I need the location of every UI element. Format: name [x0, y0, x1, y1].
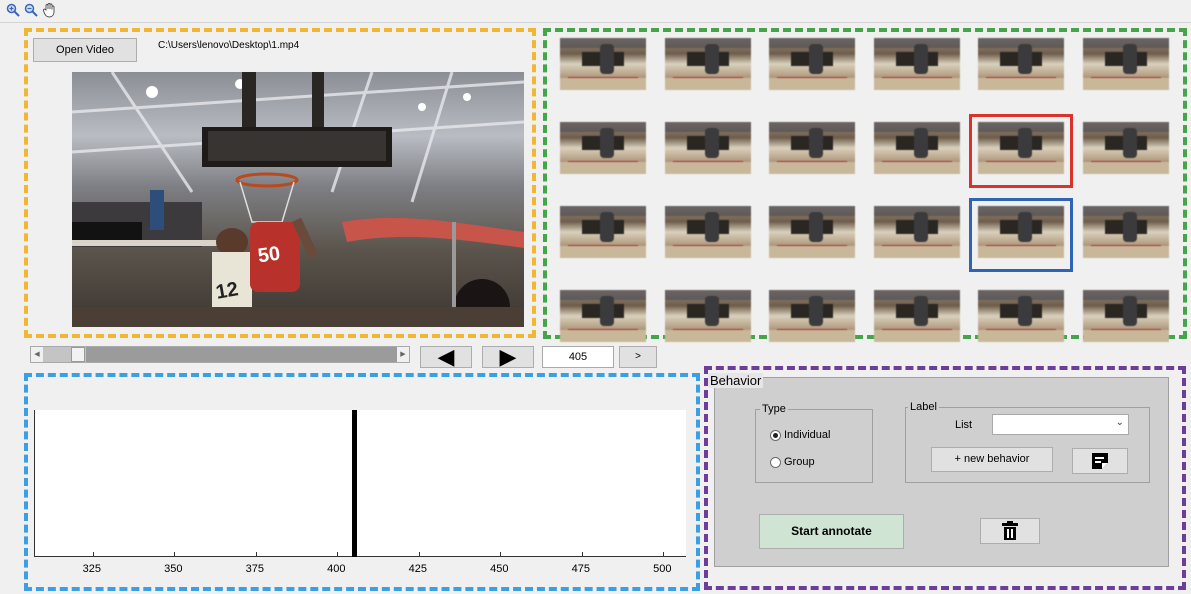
x-tick-label: 400	[327, 563, 346, 575]
frame-slider[interactable]: ◀ ▶	[30, 346, 410, 363]
slider-fill	[86, 347, 397, 362]
video-thumbnail[interactable]	[560, 122, 646, 174]
x-tick-mark	[174, 552, 176, 557]
video-thumbnail[interactable]	[560, 290, 646, 342]
x-tick-label: 475	[571, 563, 591, 575]
timeline-plot-area	[34, 410, 686, 557]
current-frame-marker	[352, 410, 358, 557]
radio-individual-label: Individual	[784, 429, 831, 441]
radio-group[interactable]	[770, 457, 781, 468]
frame-number-input[interactable]: 405	[542, 346, 614, 368]
slider-right-arrow[interactable]: ▶	[397, 347, 409, 362]
player-number-right: 50	[256, 242, 282, 268]
video-thumbnail[interactable]	[560, 206, 646, 258]
next-arrow-icon: ▶	[499, 344, 517, 369]
x-tick-mark	[581, 552, 583, 557]
prev-arrow-icon: ◀	[437, 344, 455, 369]
open-video-button[interactable]: Open Video	[33, 38, 137, 62]
pan-hand-icon[interactable]	[42, 2, 57, 22]
figure-toolbar	[6, 2, 106, 20]
x-tick-label: 500	[653, 563, 672, 575]
radio-group-label: Group	[784, 456, 815, 468]
label-groupbox-title: Label	[908, 401, 939, 413]
x-tick-label: 350	[164, 563, 183, 575]
type-groupbox-title: Type	[760, 403, 788, 415]
video-thumbnail[interactable]	[769, 206, 855, 258]
list-label: List	[955, 419, 973, 431]
x-tick-label: 325	[82, 563, 102, 575]
x-tick-mark	[255, 552, 257, 557]
video-thumbnail[interactable]	[1082, 122, 1169, 174]
type-groupbox	[755, 409, 873, 483]
selected-thumbnail-blue	[969, 198, 1073, 272]
zoom-out-icon[interactable]	[24, 3, 38, 21]
video-thumbnail[interactable]	[769, 122, 855, 174]
video-thumbnail[interactable]	[978, 38, 1064, 90]
x-tick-mark	[92, 552, 94, 557]
slider-thumb[interactable]	[71, 347, 85, 362]
chevron-down-icon: ⌄	[1115, 417, 1124, 428]
video-thumbnail[interactable]	[1082, 38, 1169, 90]
delete-button[interactable]	[980, 518, 1040, 544]
video-thumbnail[interactable]	[873, 38, 960, 90]
selected-thumbnail-red	[969, 114, 1073, 188]
new-behavior-button[interactable]: + new behavior	[931, 447, 1053, 472]
note-button[interactable]	[1072, 448, 1128, 474]
video-thumbnail[interactable]	[873, 290, 960, 342]
player-number-left: 12	[214, 278, 240, 304]
x-tick-label: 425	[408, 563, 428, 575]
video-frame: 12 50	[72, 72, 524, 327]
x-tick-mark	[500, 552, 502, 557]
start-annotate-button[interactable]: Start annotate	[759, 514, 904, 549]
video-thumbnail[interactable]	[664, 122, 751, 174]
video-thumbnail[interactable]	[560, 38, 646, 90]
video-thumbnail[interactable]	[978, 290, 1064, 342]
toolbar-divider	[0, 22, 1191, 23]
radio-individual[interactable]	[770, 430, 781, 441]
zoom-in-icon[interactable]	[6, 3, 20, 21]
note-icon	[1092, 453, 1108, 469]
video-thumbnail[interactable]	[664, 290, 751, 342]
video-thumbnail[interactable]	[873, 206, 960, 258]
go-to-frame-button[interactable]: >	[619, 346, 657, 368]
video-thumbnail[interactable]	[873, 122, 960, 174]
x-tick-label: 375	[245, 563, 265, 575]
x-tick-label: 450	[490, 563, 509, 575]
slider-left-arrow[interactable]: ◀	[31, 347, 43, 362]
video-thumbnail[interactable]	[1082, 206, 1169, 258]
x-tick-mark	[418, 552, 420, 557]
x-tick-mark	[663, 552, 665, 557]
file-path-text: C:\Users\lenovo\Desktop\1.mp4	[158, 40, 300, 51]
video-thumbnail[interactable]	[1082, 290, 1169, 342]
next-frame-button[interactable]: ▶	[482, 346, 534, 368]
video-thumbnail[interactable]	[664, 206, 751, 258]
behavior-list-dropdown[interactable]: ⌄	[992, 414, 1129, 435]
behavior-title: Behavior	[708, 373, 764, 388]
video-thumbnail[interactable]	[769, 290, 855, 342]
previous-frame-button[interactable]: ◀	[420, 346, 472, 368]
video-thumbnail[interactable]	[664, 38, 751, 90]
x-tick-mark	[337, 552, 339, 557]
video-thumbnail[interactable]	[769, 38, 855, 90]
trash-icon	[1002, 521, 1018, 540]
